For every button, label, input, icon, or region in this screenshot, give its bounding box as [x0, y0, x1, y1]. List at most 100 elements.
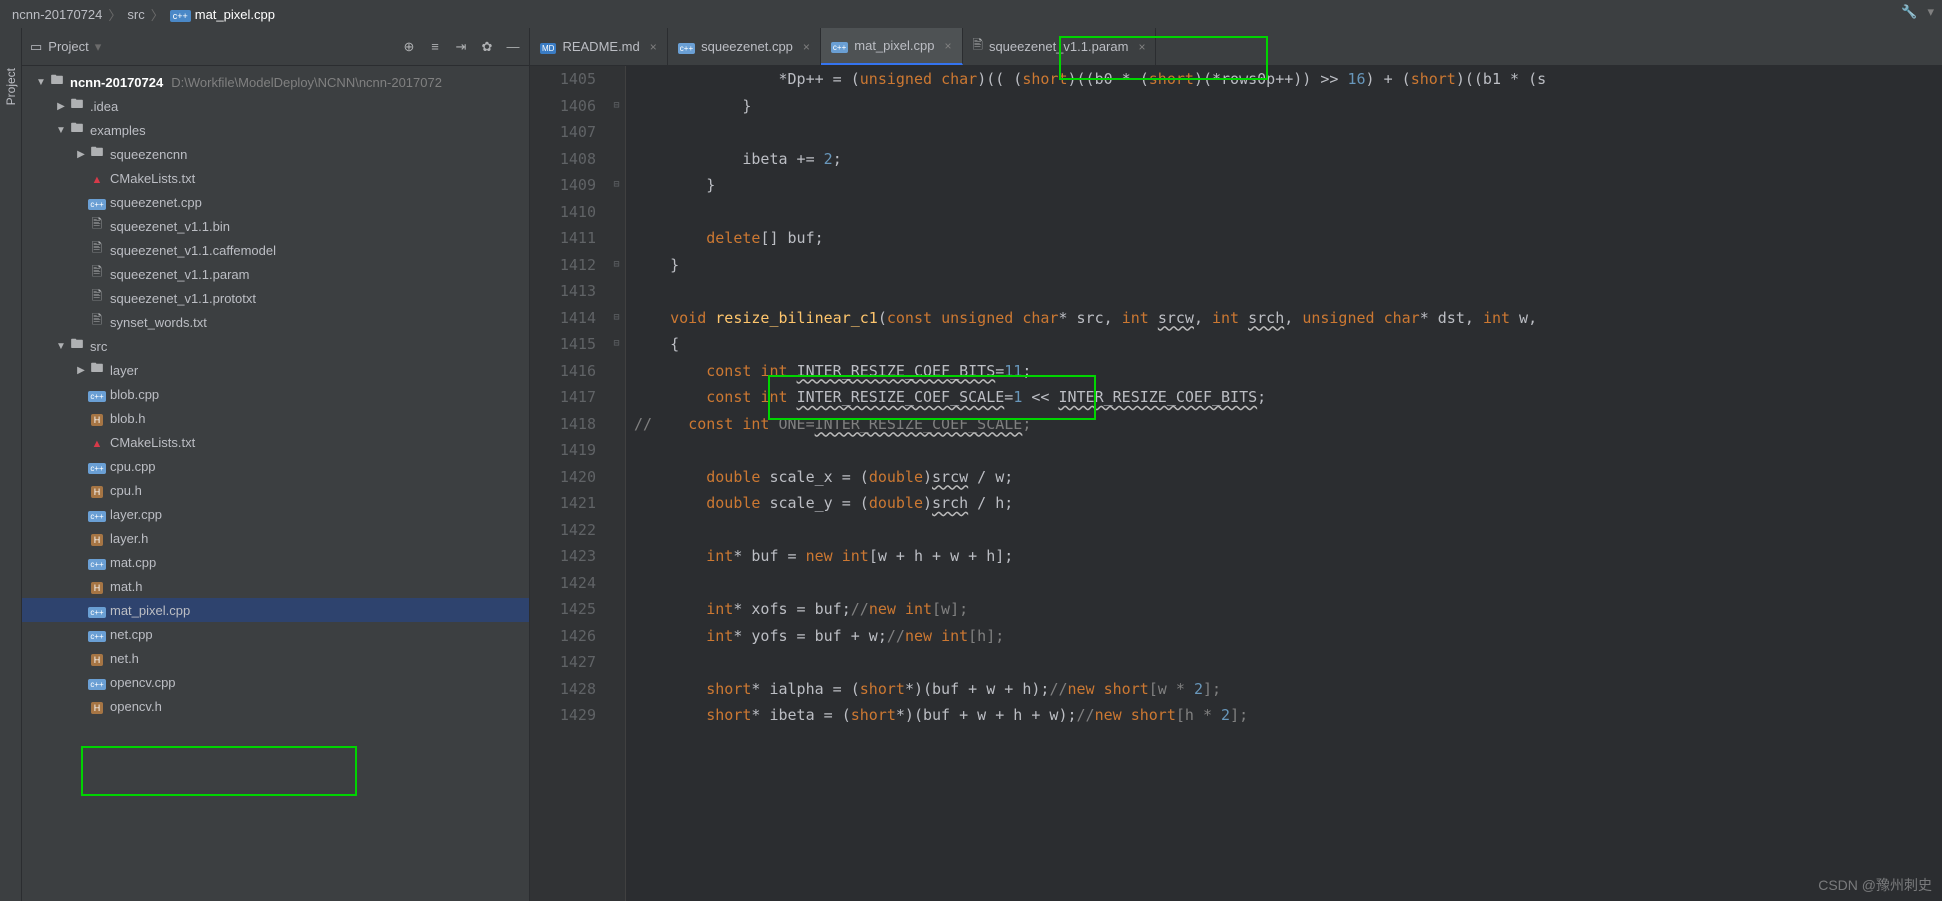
code-area[interactable]: *Dp++ = (unsigned char)(( (short)((b0 * … — [626, 66, 1942, 901]
tree-row[interactable]: c++mat_pixel.cpp — [22, 598, 529, 622]
code-line[interactable]: delete[] buf; — [634, 225, 1942, 252]
tree-row[interactable]: ▶🖿.idea — [22, 94, 529, 118]
code-line[interactable]: const int INTER_RESIZE_COEF_SCALE=1 << I… — [634, 384, 1942, 411]
fold-mark[interactable] — [608, 702, 625, 729]
fold-mark[interactable]: ⊟ — [608, 331, 625, 358]
code-line[interactable] — [634, 570, 1942, 597]
fold-mark[interactable] — [608, 199, 625, 226]
expand-icon[interactable]: ≡ — [427, 39, 443, 55]
breadcrumb-file[interactable]: mat_pixel.cpp — [170, 7, 275, 22]
breadcrumb-mid[interactable]: src — [127, 7, 144, 22]
code-line[interactable]: int* xofs = buf;//new int[w]; — [634, 596, 1942, 623]
line-number[interactable]: 1415 — [530, 331, 596, 358]
code-line[interactable]: int* yofs = buf + w;//new int[h]; — [634, 623, 1942, 650]
fold-mark[interactable] — [608, 623, 625, 650]
close-icon[interactable]: × — [944, 39, 951, 53]
tree-row[interactable]: ▼🖿src — [22, 334, 529, 358]
line-number[interactable]: 1407 — [530, 119, 596, 146]
line-number[interactable]: 1405 — [530, 66, 596, 93]
line-number[interactable]: 1417 — [530, 384, 596, 411]
tree-row[interactable]: Hopencv.h — [22, 694, 529, 718]
code-line[interactable] — [634, 649, 1942, 676]
sidebar-title[interactable]: ▭ Project ▾ — [30, 39, 401, 55]
tree-arrow-icon[interactable]: ▶ — [74, 149, 88, 160]
code-line[interactable]: *Dp++ = (unsigned char)(( (short)((b0 * … — [634, 66, 1942, 93]
tree-arrow-icon[interactable]: ▶ — [54, 101, 68, 112]
line-number[interactable]: 1418 — [530, 411, 596, 438]
fold-mark[interactable] — [608, 596, 625, 623]
code-line[interactable]: } — [634, 172, 1942, 199]
tree-row[interactable]: ▼🖿ncnn-20170724D:\Workfile\ModelDeploy\N… — [22, 70, 529, 94]
code-line[interactable]: ibeta += 2; — [634, 146, 1942, 173]
fold-mark[interactable] — [608, 543, 625, 570]
tree-arrow-icon[interactable]: ▶ — [74, 365, 88, 376]
fold-mark[interactable]: ⊟ — [608, 172, 625, 199]
line-number[interactable]: 1424 — [530, 570, 596, 597]
tree-row[interactable]: ▶🖿squeezencnn — [22, 142, 529, 166]
tree-row[interactable]: 🖹squeezenet_v1.1.caffemodel — [22, 238, 529, 262]
code-line[interactable] — [634, 517, 1942, 544]
tree-row[interactable]: c++layer.cpp — [22, 502, 529, 526]
tree-row[interactable]: c++opencv.cpp — [22, 670, 529, 694]
code-line[interactable]: } — [634, 252, 1942, 279]
fold-mark[interactable]: ⊟ — [608, 305, 625, 332]
fold-mark[interactable] — [608, 490, 625, 517]
code-line[interactable]: } — [634, 93, 1942, 120]
tree-row[interactable]: 🖹squeezenet_v1.1.prototxt — [22, 286, 529, 310]
code-line[interactable]: short* ialpha = (short*)(buf + w + h);//… — [634, 676, 1942, 703]
line-number[interactable]: 1412 — [530, 252, 596, 279]
close-icon[interactable]: × — [1138, 40, 1145, 54]
tree-arrow-icon[interactable]: ▼ — [54, 125, 68, 136]
code-line[interactable]: double scale_x = (double)srcw / w; — [634, 464, 1942, 491]
tree-row[interactable]: 🖹squeezenet_v1.1.param — [22, 262, 529, 286]
close-icon[interactable]: × — [650, 40, 657, 54]
fold-mark[interactable] — [608, 146, 625, 173]
line-number[interactable]: 1411 — [530, 225, 596, 252]
code-line[interactable] — [634, 278, 1942, 305]
chevron-down-icon[interactable]: ▾ — [1927, 4, 1934, 20]
fold-mark[interactable] — [608, 384, 625, 411]
tree-row[interactable]: c++squeezenet.cpp — [22, 190, 529, 214]
code-line[interactable]: const int INTER_RESIZE_COEF_BITS=11; — [634, 358, 1942, 385]
fold-mark[interactable]: ⊟ — [608, 93, 625, 120]
line-number[interactable]: 1422 — [530, 517, 596, 544]
line-number[interactable]: 1419 — [530, 437, 596, 464]
tree-row[interactable]: 🖹squeezenet_v1.1.bin — [22, 214, 529, 238]
code-line[interactable]: short* ibeta = (short*)(buf + w + h + w)… — [634, 702, 1942, 729]
close-icon[interactable]: × — [803, 40, 810, 54]
tree-row[interactable]: c++cpu.cpp — [22, 454, 529, 478]
tree-row[interactable]: ▶🖿layer — [22, 358, 529, 382]
fold-mark[interactable] — [608, 676, 625, 703]
tree-row[interactable]: c++mat.cpp — [22, 550, 529, 574]
tree-row[interactable]: ▼🖿examples — [22, 118, 529, 142]
fold-gutter[interactable]: ⊟⊟⊟⊟⊟ — [608, 66, 626, 901]
tree-row[interactable]: Hblob.h — [22, 406, 529, 430]
line-number[interactable]: 1428 — [530, 676, 596, 703]
line-number[interactable]: 1406 — [530, 93, 596, 120]
editor-tab[interactable]: mat_pixel.cpp× — [821, 28, 963, 65]
tree-row[interactable]: Hlayer.h — [22, 526, 529, 550]
line-number[interactable]: 1410 — [530, 199, 596, 226]
code-line[interactable] — [634, 437, 1942, 464]
tree-row[interactable]: CMakeLists.txt — [22, 430, 529, 454]
line-number-gutter[interactable]: 1405140614071408140914101411141214131414… — [530, 66, 608, 901]
fold-mark[interactable] — [608, 570, 625, 597]
fold-mark[interactable] — [608, 411, 625, 438]
locate-icon[interactable]: ⊕ — [401, 39, 417, 55]
tree-row[interactable]: c++blob.cpp — [22, 382, 529, 406]
tree-row[interactable]: Hmat.h — [22, 574, 529, 598]
fold-mark[interactable] — [608, 437, 625, 464]
fold-mark[interactable] — [608, 464, 625, 491]
code-line[interactable]: // const int ONE=INTER_RESIZE_COEF_SCALE… — [634, 411, 1942, 438]
code-line[interactable]: int* buf = new int[w + h + w + h]; — [634, 543, 1942, 570]
tree-row[interactable]: Hnet.h — [22, 646, 529, 670]
line-number[interactable]: 1413 — [530, 278, 596, 305]
line-number[interactable]: 1420 — [530, 464, 596, 491]
fold-mark[interactable] — [608, 225, 625, 252]
line-number[interactable]: 1426 — [530, 623, 596, 650]
editor-content[interactable]: 1405140614071408140914101411141214131414… — [530, 66, 1942, 901]
line-number[interactable]: 1421 — [530, 490, 596, 517]
editor-tab[interactable]: squeezenet.cpp× — [668, 28, 821, 65]
code-line[interactable] — [634, 119, 1942, 146]
fold-mark[interactable]: ⊟ — [608, 252, 625, 279]
